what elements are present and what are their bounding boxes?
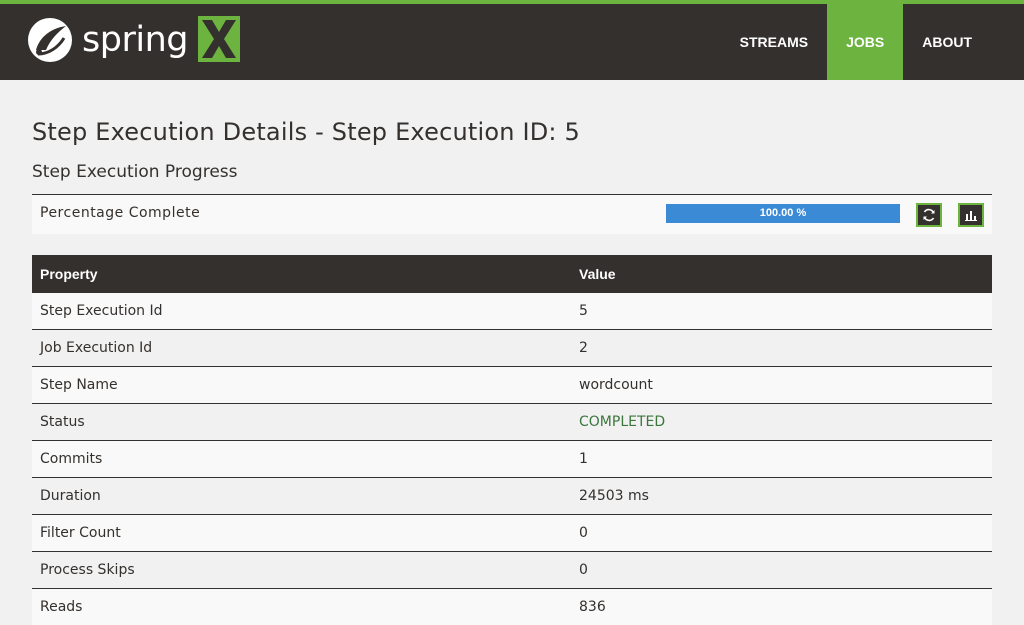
chart-button[interactable] bbox=[958, 203, 984, 227]
spring-logo-icon bbox=[26, 14, 78, 66]
table-row: Step Name wordcount bbox=[32, 367, 992, 404]
property-cell: Step Name bbox=[32, 367, 571, 404]
nav-about[interactable]: ABOUT bbox=[903, 4, 991, 80]
page-title: Step Execution Details - Step Execution … bbox=[32, 118, 580, 146]
table-row: Commits 1 bbox=[32, 441, 992, 478]
property-cell: Commits bbox=[32, 441, 571, 478]
value-cell: 24503 ms bbox=[571, 478, 992, 515]
progress-row: Percentage Complete 100.00 % bbox=[32, 194, 992, 234]
property-cell: Step Execution Id bbox=[32, 293, 571, 330]
column-header-value: Value bbox=[571, 255, 992, 293]
nav-streams[interactable]: STREAMS bbox=[721, 4, 827, 80]
table-header-row: Property Value bbox=[32, 255, 992, 293]
property-cell: Duration bbox=[32, 478, 571, 515]
value-cell: 1 bbox=[571, 441, 992, 478]
table-row: Filter Count 0 bbox=[32, 515, 992, 552]
refresh-icon bbox=[922, 208, 936, 222]
property-cell: Status bbox=[32, 404, 571, 441]
progress-bar: 100.00 % bbox=[666, 204, 900, 223]
progress-label: Percentage Complete bbox=[40, 205, 200, 221]
table-row: Step Execution Id 5 bbox=[32, 293, 992, 330]
table-row: Status COMPLETED bbox=[32, 404, 992, 441]
main-nav: STREAMS JOBS ABOUT bbox=[721, 4, 991, 80]
refresh-button[interactable] bbox=[916, 203, 942, 227]
property-cell: Reads bbox=[32, 589, 571, 625]
table-row: Reads 836 bbox=[32, 589, 992, 625]
value-cell: wordcount bbox=[571, 367, 992, 404]
table-row: Duration 24503 ms bbox=[32, 478, 992, 515]
top-navbar: spring STREAMS JOBS ABOUT bbox=[0, 0, 1024, 80]
bar-chart-icon bbox=[964, 208, 978, 222]
brand-name: spring bbox=[82, 20, 188, 60]
section-title: Step Execution Progress bbox=[32, 162, 238, 182]
nav-jobs[interactable]: JOBS bbox=[827, 4, 903, 80]
value-cell: 2 bbox=[571, 330, 992, 367]
value-cell: 0 bbox=[571, 515, 992, 552]
property-cell: Filter Count bbox=[32, 515, 571, 552]
value-cell: 836 bbox=[571, 589, 992, 625]
value-cell: 0 bbox=[571, 552, 992, 589]
step-properties-table: Property Value Step Execution Id 5 Job E… bbox=[32, 255, 992, 625]
x-logo-icon bbox=[198, 16, 240, 62]
property-cell: Job Execution Id bbox=[32, 330, 571, 367]
column-header-property: Property bbox=[32, 255, 571, 293]
table-row: Process Skips 0 bbox=[32, 552, 992, 589]
table-row: Job Execution Id 2 bbox=[32, 330, 992, 367]
progress-text: 100.00 % bbox=[666, 204, 900, 223]
property-cell: Process Skips bbox=[32, 552, 571, 589]
status-value: COMPLETED bbox=[571, 404, 992, 441]
value-cell: 5 bbox=[571, 293, 992, 330]
